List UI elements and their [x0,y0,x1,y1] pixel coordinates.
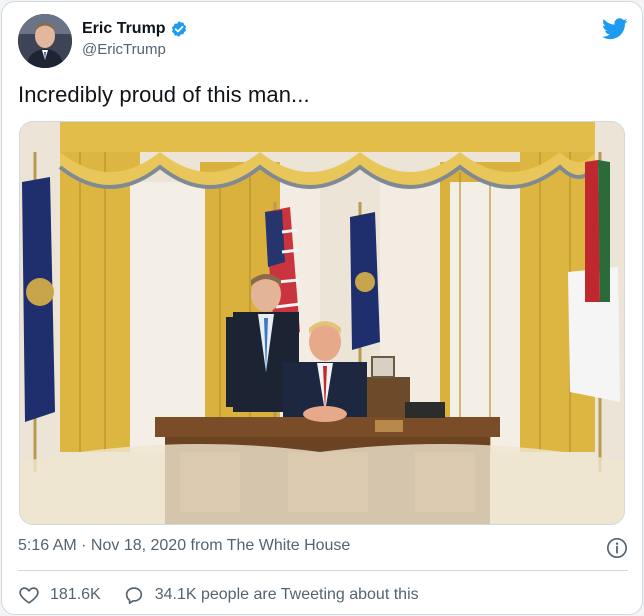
divider [18,570,628,571]
conversation-button[interactable]: 34.1K people are Tweeting about this [123,584,419,606]
twitter-bird-icon[interactable] [602,18,628,40]
like-count: 181.6K [50,586,101,603]
heart-icon [19,587,39,604]
author-names: Eric Trump @EricTrump [82,20,188,58]
oval-office-photo-icon [20,122,624,524]
tweet-meta: 5:16 AM · Nov 18, 2020 from The White Ho… [18,537,628,559]
tweet-photo[interactable] [19,121,625,525]
tweet-actions: 181.6K 34.1K people are Tweeting about t… [18,582,419,608]
author-handle[interactable]: @EricTrump [82,41,188,58]
tweet-card: Eric Trump @EricTrump Incredibly proud o… [1,1,643,615]
avatar[interactable] [18,14,72,68]
tweet-text: Incredibly proud of this man... [18,82,310,107]
tweet-header: Eric Trump @EricTrump [18,14,628,70]
avatar-portrait-icon [18,14,72,68]
author-display-name[interactable]: Eric Trump [82,20,166,38]
info-icon[interactable] [606,537,628,559]
speech-bubble-icon [125,587,142,605]
tweet-timestamp[interactable]: 5:16 AM · Nov 18, 2020 from The White Ho… [18,537,350,554]
like-button[interactable]: 181.6K [18,584,101,606]
conversation-text: 34.1K people are Tweeting about this [154,586,419,603]
verified-badge-icon [171,21,186,37]
